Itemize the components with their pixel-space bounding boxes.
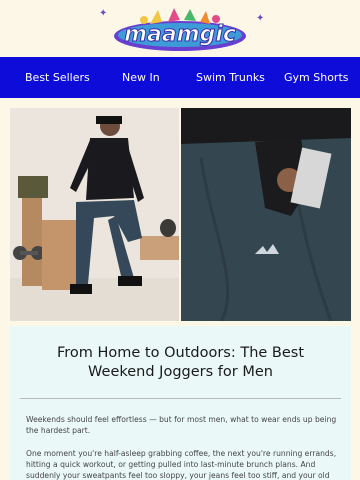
- header: maamgic ✦ ✦: [0, 0, 360, 57]
- sparkle-icon: ✦: [256, 13, 265, 24]
- logo-text: maamgic: [124, 22, 237, 48]
- article-title: From Home to Outdoors: The Best Weekend …: [56, 345, 305, 380]
- nav-gym-shorts[interactable]: Gym Shorts: [284, 71, 349, 84]
- divider: [20, 398, 341, 399]
- article-paragraph-1: Weekends should feel effortless — but fo…: [26, 415, 337, 435]
- jogger-closeup-illustration: [181, 108, 351, 321]
- main-nav: Best Sellers New In Swim Trunks Gym Shor…: [0, 57, 360, 98]
- nav-swim-trunks[interactable]: Swim Trunks: [196, 71, 265, 84]
- hero-image-model-seated[interactable]: [10, 108, 179, 321]
- article-paragraph-2: One moment you're half-asleep grabbing c…: [26, 449, 337, 480]
- hero-image-jogger-closeup[interactable]: [181, 108, 351, 321]
- sparkle-icon: ✦: [99, 8, 108, 19]
- article-card: From Home to Outdoors: The Best Weekend …: [10, 326, 351, 480]
- nav-new-in[interactable]: New In: [122, 71, 160, 84]
- hero-images: [10, 108, 351, 321]
- nav-best-sellers[interactable]: Best Sellers: [25, 71, 90, 84]
- model-seated-illustration: [10, 108, 179, 321]
- brand-logo[interactable]: maamgic: [110, 6, 250, 54]
